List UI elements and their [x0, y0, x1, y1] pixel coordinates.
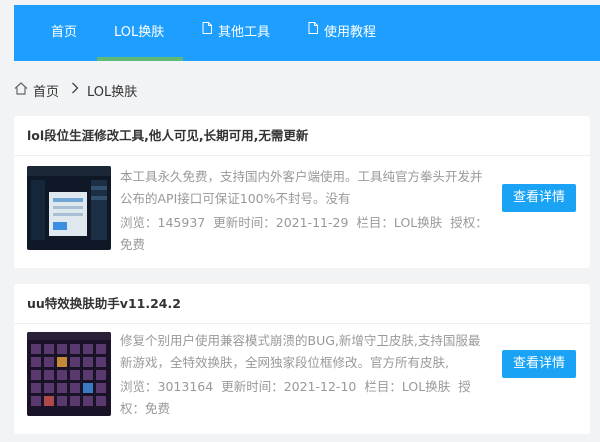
license-value: 免费 — [145, 401, 171, 416]
nav-item-label: 使用教程 — [324, 25, 377, 40]
breadcrumb-current: LOL换肤 — [87, 84, 138, 100]
views-label: 浏览： — [120, 379, 158, 394]
view-details-button[interactable]: 查看详情 — [502, 350, 576, 378]
post-meta: 浏览：145937 更新时间：2021-11-29 栏目：LOL换肤 授权： 免费 — [120, 212, 490, 256]
column-label: 栏目： — [364, 379, 402, 394]
nav-item-other-tools[interactable]: 其他工具 — [202, 5, 270, 61]
post-thumbnail[interactable] — [27, 166, 111, 250]
license-label: 授权： — [450, 215, 488, 230]
nav-item-label: 其他工具 — [218, 25, 271, 40]
post-thumbnail[interactable] — [27, 332, 111, 416]
breadcrumb: 首页 LOL换肤 — [14, 80, 137, 100]
nav-item-home[interactable]: 首页 — [51, 5, 77, 61]
post-description: 修复个别用户使用兼容模式崩溃的BUG,新增守卫皮肤,支持国服最新游戏，全特效换肤… — [120, 333, 481, 370]
updated-date: 2021-11-29 — [275, 215, 349, 230]
views-count: 3013164 — [157, 379, 214, 394]
nav-item-label: LOL换肤 — [114, 25, 165, 40]
column-link[interactable]: LOL换肤 — [402, 379, 450, 394]
license-value: 免费 — [120, 237, 146, 252]
top-nav-bar: 首页 LOL换肤 其他工具 使用教程 — [14, 5, 600, 61]
views-label: 浏览： — [120, 215, 158, 230]
post-card: lol段位生涯修改工具,他人可见,长期可用,无需更新 本工具永久免费，支持国内外… — [14, 116, 590, 268]
nav-item-label: 首页 — [51, 25, 78, 40]
post-meta: 浏览：3013164 更新时间：2021-12-10 栏目：LOL换肤 授权：免费 — [120, 376, 490, 420]
nav-item-lol-skin[interactable]: LOL换肤 — [114, 5, 164, 61]
nav-active-indicator — [97, 57, 183, 61]
updated-date: 2021-12-10 — [283, 379, 357, 394]
view-details-button[interactable]: 查看详情 — [502, 184, 576, 212]
post-card: uu特效换肤助手v11.24.2 修复个别用户使用兼容模式崩溃的BUG,新增守卫… — [14, 284, 590, 434]
home-icon[interactable] — [14, 81, 28, 99]
document-icon — [202, 3, 212, 59]
column-link[interactable]: LOL换肤 — [394, 215, 442, 230]
updated-label: 更新时间： — [213, 215, 276, 230]
views-count: 145937 — [157, 215, 206, 230]
nav-item-tutorial[interactable]: 使用教程 — [308, 5, 376, 61]
post-title[interactable]: lol段位生涯修改工具,他人可见,长期可用,无需更新 — [14, 116, 590, 156]
column-label: 栏目： — [356, 215, 394, 230]
breadcrumb-home[interactable]: 首页 — [33, 81, 59, 100]
document-icon — [308, 3, 318, 59]
post-description: 本工具永久免费，支持国内外客户端使用。工具纯官方拳头开发并公布的API接口可保证… — [120, 169, 483, 206]
post-title[interactable]: uu特效换肤助手v11.24.2 — [14, 284, 590, 324]
updated-label: 更新时间： — [221, 379, 284, 394]
chevron-right-icon — [71, 82, 79, 98]
